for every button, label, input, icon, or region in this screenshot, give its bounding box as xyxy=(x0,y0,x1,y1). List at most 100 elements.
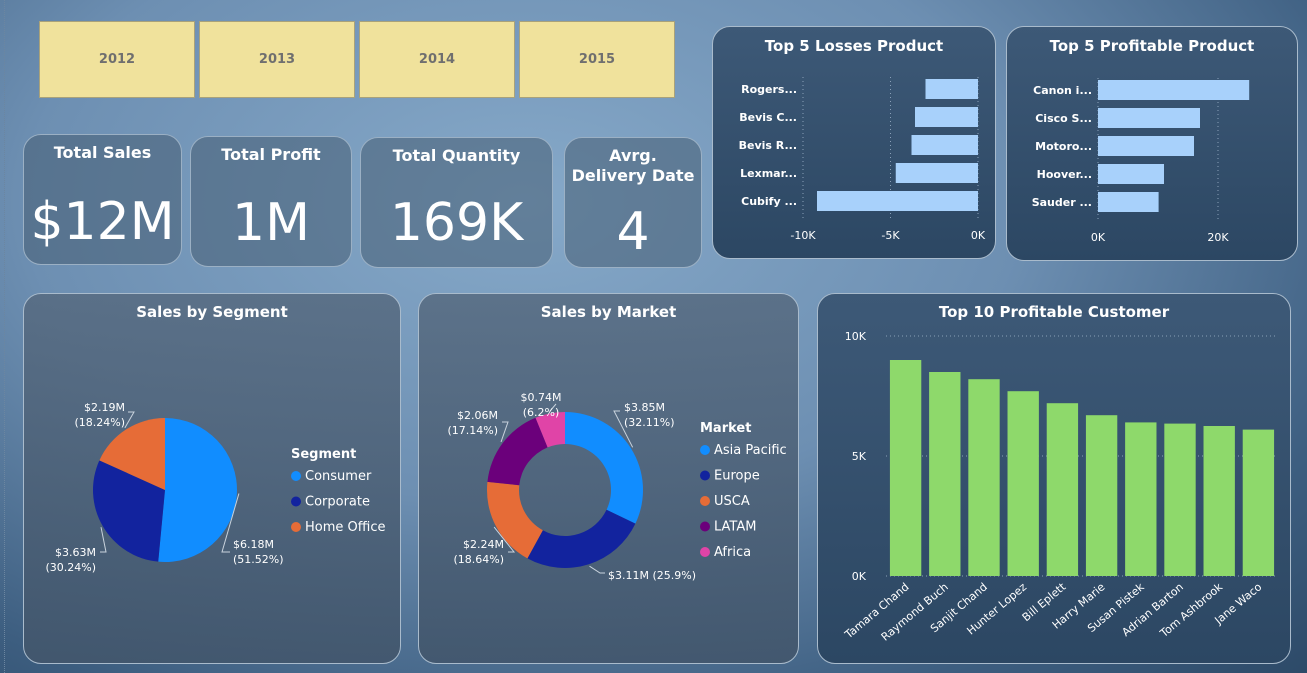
category-label: Bevis R... xyxy=(739,139,797,152)
loss-bar[interactable] xyxy=(911,135,979,155)
customer-bar[interactable] xyxy=(1125,422,1157,576)
kpi-title: Total Profit xyxy=(221,145,321,164)
customer-bar[interactable] xyxy=(1242,429,1275,576)
kpi-total-sales: Total Sales $12M xyxy=(23,134,182,265)
legend-item[interactable]: USCA xyxy=(714,494,750,509)
category-label: Cisco S... xyxy=(1035,112,1092,125)
customer-bar[interactable] xyxy=(1203,426,1235,576)
profitable-panel: Top 5 Profitable Product 0K 20K Canon i...… xyxy=(1006,26,1298,261)
kpi-value: 169K xyxy=(389,193,524,253)
x-tick-label: -5K xyxy=(881,229,900,242)
customer-bar[interactable] xyxy=(1164,423,1196,576)
customer-bar[interactable] xyxy=(1007,391,1039,576)
legend-marker xyxy=(700,470,710,481)
slicer-2015[interactable]: 2015 xyxy=(519,21,675,98)
loss-bar[interactable] xyxy=(925,79,979,99)
customer-bar[interactable] xyxy=(968,379,1000,576)
segment-panel: Sales by Segment $6.18M (51.52%) $3.63M (30… xyxy=(23,293,401,664)
category-label: Tamara Chand xyxy=(842,580,912,642)
profit-bar[interactable] xyxy=(1098,80,1250,100)
customers-panel: Top 10 Profitable Customer 0K 5K 10K Tamara… xyxy=(817,293,1291,664)
leader-line xyxy=(100,527,107,553)
legend-item[interactable]: Asia Pacific xyxy=(714,443,787,458)
legend-item[interactable]: Consumer xyxy=(305,469,372,484)
legend-marker xyxy=(291,471,301,481)
data-label: (30.24%) xyxy=(45,561,96,574)
kpi-title: Total Quantity xyxy=(392,146,521,165)
slicer-2012[interactable]: 2012 xyxy=(39,21,195,98)
market-panel: Sales by Market $3.85M (32.11%) $3.11M (25… xyxy=(418,293,799,664)
profit-bar[interactable] xyxy=(1098,136,1194,156)
kpi-title: Total Sales xyxy=(53,143,152,162)
profit-bar[interactable] xyxy=(1098,108,1200,128)
legend-item[interactable]: Africa xyxy=(714,545,751,560)
category-label: Motoro... xyxy=(1035,140,1092,153)
category-label: Raymond Buch xyxy=(879,580,951,643)
data-label: $2.06M xyxy=(457,409,498,422)
x-tick-label: 20K xyxy=(1207,231,1229,244)
legend-item[interactable]: LATAM xyxy=(714,520,756,535)
category-label: Lexmar... xyxy=(740,167,797,180)
slicer-2013[interactable]: 2013 xyxy=(199,21,355,98)
legend-marker xyxy=(291,496,301,507)
market-chart: $3.85M (32.11%) $3.11M (25.9%) $2.24M (18.64… xyxy=(447,391,787,582)
customer-bar[interactable] xyxy=(1046,403,1079,576)
data-label: (18.64%) xyxy=(453,553,504,566)
y-tick-label: 10K xyxy=(845,330,867,343)
loss-bar[interactable] xyxy=(915,107,978,127)
kpi-value: 4 xyxy=(616,202,650,262)
x-tick-label: 0K xyxy=(971,229,986,242)
kpi-title: Avrg. Delivery Date xyxy=(571,146,695,185)
data-label: (32.11%) xyxy=(624,416,675,429)
leader-line xyxy=(124,411,135,429)
legend-title: Market xyxy=(700,421,751,436)
data-label: (51.52%) xyxy=(233,553,284,566)
legend-item[interactable]: Europe xyxy=(714,469,760,484)
kpi-value: $12M xyxy=(30,192,175,252)
data-label: $2.19M xyxy=(84,401,125,414)
data-label: $0.74M xyxy=(521,391,562,404)
y-tick-label: 0K xyxy=(852,570,867,583)
category-label: Rogers... xyxy=(741,83,797,96)
category-label: Sauder ... xyxy=(1032,196,1092,209)
category-label: Canon i... xyxy=(1033,84,1092,97)
legend-item[interactable]: Home Office xyxy=(305,520,385,535)
kpi-total-profit: Total Profit 1M xyxy=(190,136,352,267)
profit-bar[interactable] xyxy=(1098,164,1164,184)
customer-bar[interactable] xyxy=(929,372,961,576)
category-label: Bevis C... xyxy=(739,111,797,124)
kpi-avg-delivery: Avrg. Delivery Date 4 xyxy=(564,137,702,268)
data-label: $6.18M xyxy=(233,538,274,551)
canvas-edge xyxy=(0,0,5,673)
legend-marker xyxy=(700,445,710,455)
data-label: (17.14%) xyxy=(447,424,498,437)
data-label: $3.85M xyxy=(624,401,665,414)
customer-bar[interactable] xyxy=(889,360,922,576)
leader-line xyxy=(589,565,605,574)
slicer-2014[interactable]: 2014 xyxy=(359,21,515,98)
loss-bar[interactable] xyxy=(817,191,978,211)
kpi-value: 1M xyxy=(232,193,310,253)
legend-marker xyxy=(700,496,710,506)
data-label: (18.24%) xyxy=(74,416,125,429)
kpi-total-quantity: Total Quantity 169K xyxy=(360,137,553,268)
y-tick-label: 5K xyxy=(852,450,867,463)
data-label: $3.63M xyxy=(55,546,96,559)
customer-bar[interactable] xyxy=(1085,415,1118,576)
profit-bar[interactable] xyxy=(1098,192,1159,212)
legend-title: Segment xyxy=(291,447,356,462)
losses-panel: Top 5 Losses Product -10K -5K 0K Rogers... B… xyxy=(712,26,996,259)
slice-europe[interactable] xyxy=(527,509,636,568)
segment-chart: $6.18M (51.52%) $3.63M (30.24%) $2.19M (18.24… xyxy=(45,401,385,574)
data-label: (6.2%) xyxy=(523,406,560,419)
legend-marker xyxy=(291,522,301,532)
loss-bar[interactable] xyxy=(895,163,978,183)
category-label: Cubify ... xyxy=(741,195,797,208)
x-tick-label: -10K xyxy=(790,229,816,242)
legend-item[interactable]: Corporate xyxy=(305,495,370,510)
category-label: Hoover... xyxy=(1037,168,1092,181)
profitable-chart: 0K 20K Canon i... Cisco S... Motoro... Hoover… xyxy=(1032,78,1250,244)
data-label: $3.11M (25.9%) xyxy=(608,569,696,582)
data-label: $2.24M xyxy=(463,538,504,551)
legend-marker xyxy=(700,547,710,557)
